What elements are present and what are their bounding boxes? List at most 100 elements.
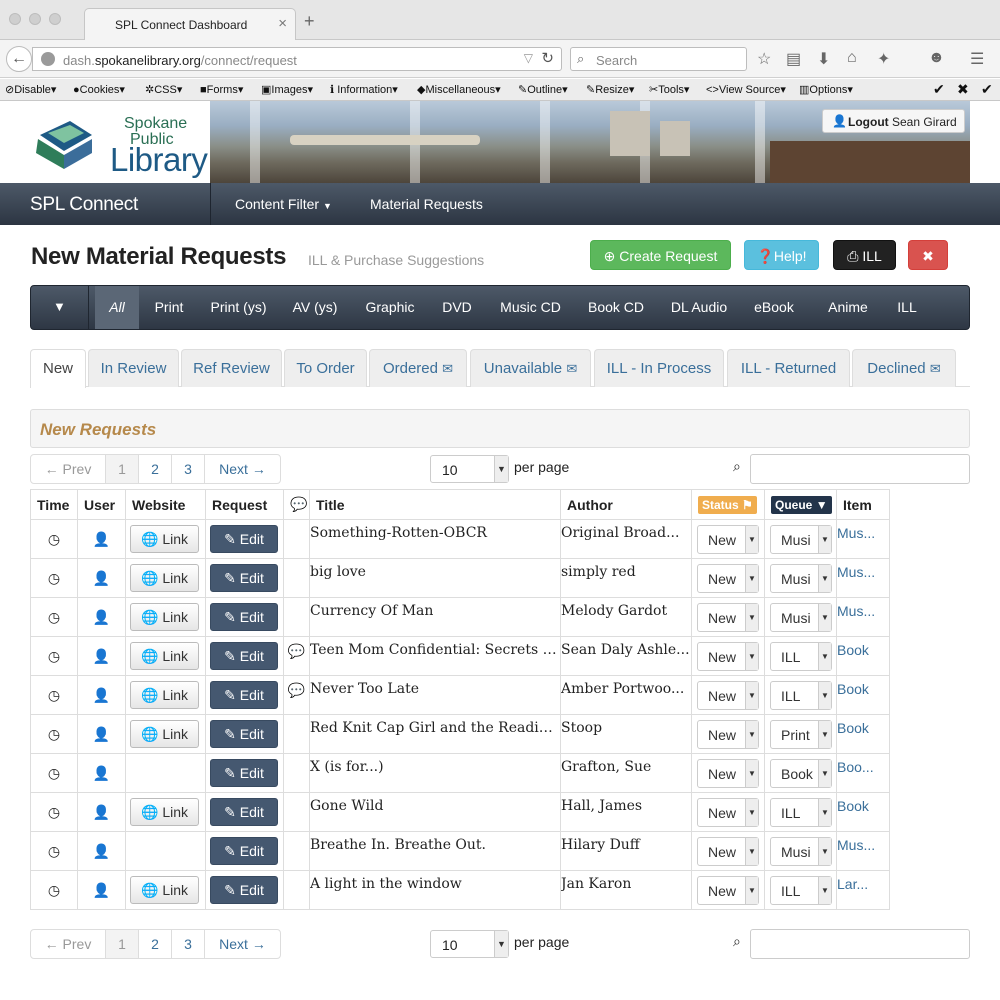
edit-button[interactable]: ✎ Edit xyxy=(210,603,278,631)
page-3-button[interactable]: 3 xyxy=(172,455,205,483)
table-search-input[interactable] xyxy=(750,454,970,484)
item-cell[interactable]: Lar... xyxy=(836,870,890,910)
user-icon[interactable]: 👤 xyxy=(93,726,110,742)
user-icon[interactable]: 👤 xyxy=(93,843,110,859)
user-icon[interactable]: 👤 xyxy=(93,804,110,820)
clock-icon[interactable]: ◷ xyxy=(48,687,60,703)
dev-cross-icon[interactable]: ✖ xyxy=(957,81,969,98)
time-cell[interactable]: ◷ xyxy=(30,675,78,715)
status-select[interactable]: New ▼ xyxy=(697,524,759,554)
zoom-window-button[interactable] xyxy=(49,13,61,25)
dev-check-icon[interactable]: ✔ xyxy=(933,81,945,98)
clock-icon[interactable]: ◷ xyxy=(48,765,60,781)
user-cell[interactable]: 👤 xyxy=(77,792,126,832)
type-filter-toggle[interactable]: ▼ xyxy=(31,286,89,329)
back-button[interactable]: ← xyxy=(6,46,32,72)
col-author[interactable]: Author xyxy=(560,489,692,520)
dev-forms-menu[interactable]: ■Forms▾ xyxy=(200,83,243,96)
table-row[interactable]: ◷ 👤 🌐 Link ✎ Edit Something-Rotten-OBCR Origi… xyxy=(30,519,890,559)
table-row[interactable]: ◷ 👤 🌐 Link ✎ Edit Red Knit Cap Girl and the … xyxy=(30,714,890,754)
browser-search-field[interactable]: ⌕ Search xyxy=(570,47,747,71)
queue-select[interactable]: ILL ▼ xyxy=(770,680,832,710)
library-logo[interactable]: Spokane Public Library xyxy=(0,101,210,183)
tab-to-order[interactable]: To Order xyxy=(284,349,367,387)
user-cell[interactable]: 👤 xyxy=(77,714,126,754)
status-select[interactable]: New ▼ xyxy=(697,758,759,788)
material-requests-link[interactable]: Material Requests xyxy=(370,196,483,212)
item-cell[interactable]: Book xyxy=(836,792,890,832)
queue-select[interactable]: Musi ▼ xyxy=(770,524,832,554)
clock-icon[interactable]: ◷ xyxy=(48,882,60,898)
link-button[interactable]: 🌐 Link xyxy=(130,720,199,748)
table-search-input-bottom[interactable] xyxy=(750,929,970,959)
queue-select[interactable]: ILL ▼ xyxy=(770,797,832,827)
status-select[interactable]: New ▼ xyxy=(697,797,759,827)
type-print[interactable]: Print xyxy=(145,286,193,329)
edit-button[interactable]: ✎ Edit xyxy=(210,876,278,904)
dev-css-menu[interactable]: ✲CSS▾ xyxy=(145,83,182,96)
user-cell[interactable]: 👤 xyxy=(77,519,126,559)
queue-select[interactable]: Book ▼ xyxy=(770,758,832,788)
time-cell[interactable]: ◷ xyxy=(30,870,78,910)
col-title[interactable]: Title xyxy=(309,489,561,520)
menu-icon[interactable]: ☰ xyxy=(970,49,984,69)
page-1-button[interactable]: 1 xyxy=(106,455,139,483)
link-button[interactable]: 🌐 Link xyxy=(130,564,199,592)
link-button[interactable]: 🌐 Link xyxy=(130,603,199,631)
time-cell[interactable]: ◷ xyxy=(30,558,78,598)
clock-icon[interactable]: ◷ xyxy=(48,609,60,625)
edit-button[interactable]: ✎ Edit xyxy=(210,642,278,670)
dev-disable-menu[interactable]: ⊘Disable▾ xyxy=(5,83,56,96)
next-page-button[interactable]: Next → xyxy=(205,930,280,958)
dev-miscellaneous-menu[interactable]: ◆Miscellaneous▾ xyxy=(417,83,501,96)
type-ebook[interactable]: eBook xyxy=(749,286,799,329)
item-cell[interactable]: Mus... xyxy=(836,519,890,559)
dev-resize-menu[interactable]: ✎Resize▾ xyxy=(586,83,634,96)
comment-icon[interactable]: 💬 xyxy=(288,682,305,698)
bookmark-star-icon[interactable]: ☆ xyxy=(757,49,771,69)
status-select[interactable]: New ▼ xyxy=(697,836,759,866)
table-row[interactable]: ◷ 👤 ✎ Edit X (is for...) Grafton, Sue New ▼ Boo… xyxy=(30,753,890,793)
dev-options-menu[interactable]: ▥Options▾ xyxy=(799,83,853,96)
time-cell[interactable]: ◷ xyxy=(30,519,78,559)
user-icon[interactable]: 👤 xyxy=(93,882,110,898)
page-3-button[interactable]: 3 xyxy=(172,930,205,958)
link-button[interactable]: 🌐 Link xyxy=(130,525,199,553)
user-icon[interactable]: 👤 xyxy=(93,570,110,586)
time-cell[interactable]: ◷ xyxy=(30,597,78,637)
queue-select[interactable]: Musi ▼ xyxy=(770,563,832,593)
item-cell[interactable]: Book xyxy=(836,714,890,754)
table-row[interactable]: ◷ 👤 🌐 Link ✎ Edit big love simply red New ▼ Musi… xyxy=(30,558,890,598)
queue-select[interactable]: ILL ▼ xyxy=(770,875,832,905)
col-time[interactable]: Time xyxy=(30,489,78,520)
type-dvd[interactable]: DVD xyxy=(436,286,478,329)
clock-icon[interactable]: ◷ xyxy=(48,570,60,586)
status-select[interactable]: New ▼ xyxy=(697,719,759,749)
time-cell[interactable]: ◷ xyxy=(30,831,78,871)
link-button[interactable]: 🌐 Link xyxy=(130,642,199,670)
edit-button[interactable]: ✎ Edit xyxy=(210,798,278,826)
table-row[interactable]: ◷ 👤 ✎ Edit Breathe In. Breathe Out. Hilary D… xyxy=(30,831,890,871)
create-request-button[interactable]: ⊕ Create Request xyxy=(590,240,731,270)
tab-ordered[interactable]: Ordered ✉ xyxy=(369,349,467,387)
reload-icon[interactable]: ↻ xyxy=(541,49,554,67)
browser-tab[interactable]: SPL Connect Dashboard × xyxy=(84,8,296,40)
tab-in-review[interactable]: In Review xyxy=(88,349,179,387)
time-cell[interactable]: ◷ xyxy=(30,714,78,754)
user-cell[interactable]: 👤 xyxy=(77,675,126,715)
next-page-button[interactable]: Next → xyxy=(205,455,280,483)
page-2-button[interactable]: 2 xyxy=(139,455,172,483)
url-bar[interactable]: dash.spokanelibrary.org/connect/request … xyxy=(32,47,562,71)
edit-button[interactable]: ✎ Edit xyxy=(210,681,278,709)
url-dropdown-icon[interactable]: ▽ xyxy=(524,51,533,65)
type-all[interactable]: All xyxy=(95,286,139,329)
user-cell[interactable]: 👤 xyxy=(77,831,126,871)
item-cell[interactable]: Boo... xyxy=(836,753,890,793)
user-icon[interactable]: 👤 xyxy=(93,687,110,703)
tab-ill-in-process[interactable]: ILL - In Process xyxy=(594,349,724,387)
edit-button[interactable]: ✎ Edit xyxy=(210,525,278,553)
time-cell[interactable]: ◷ xyxy=(30,753,78,793)
status-select[interactable]: New ▼ xyxy=(697,875,759,905)
edit-button[interactable]: ✎ Edit xyxy=(210,720,278,748)
link-button[interactable]: 🌐 Link xyxy=(130,681,199,709)
